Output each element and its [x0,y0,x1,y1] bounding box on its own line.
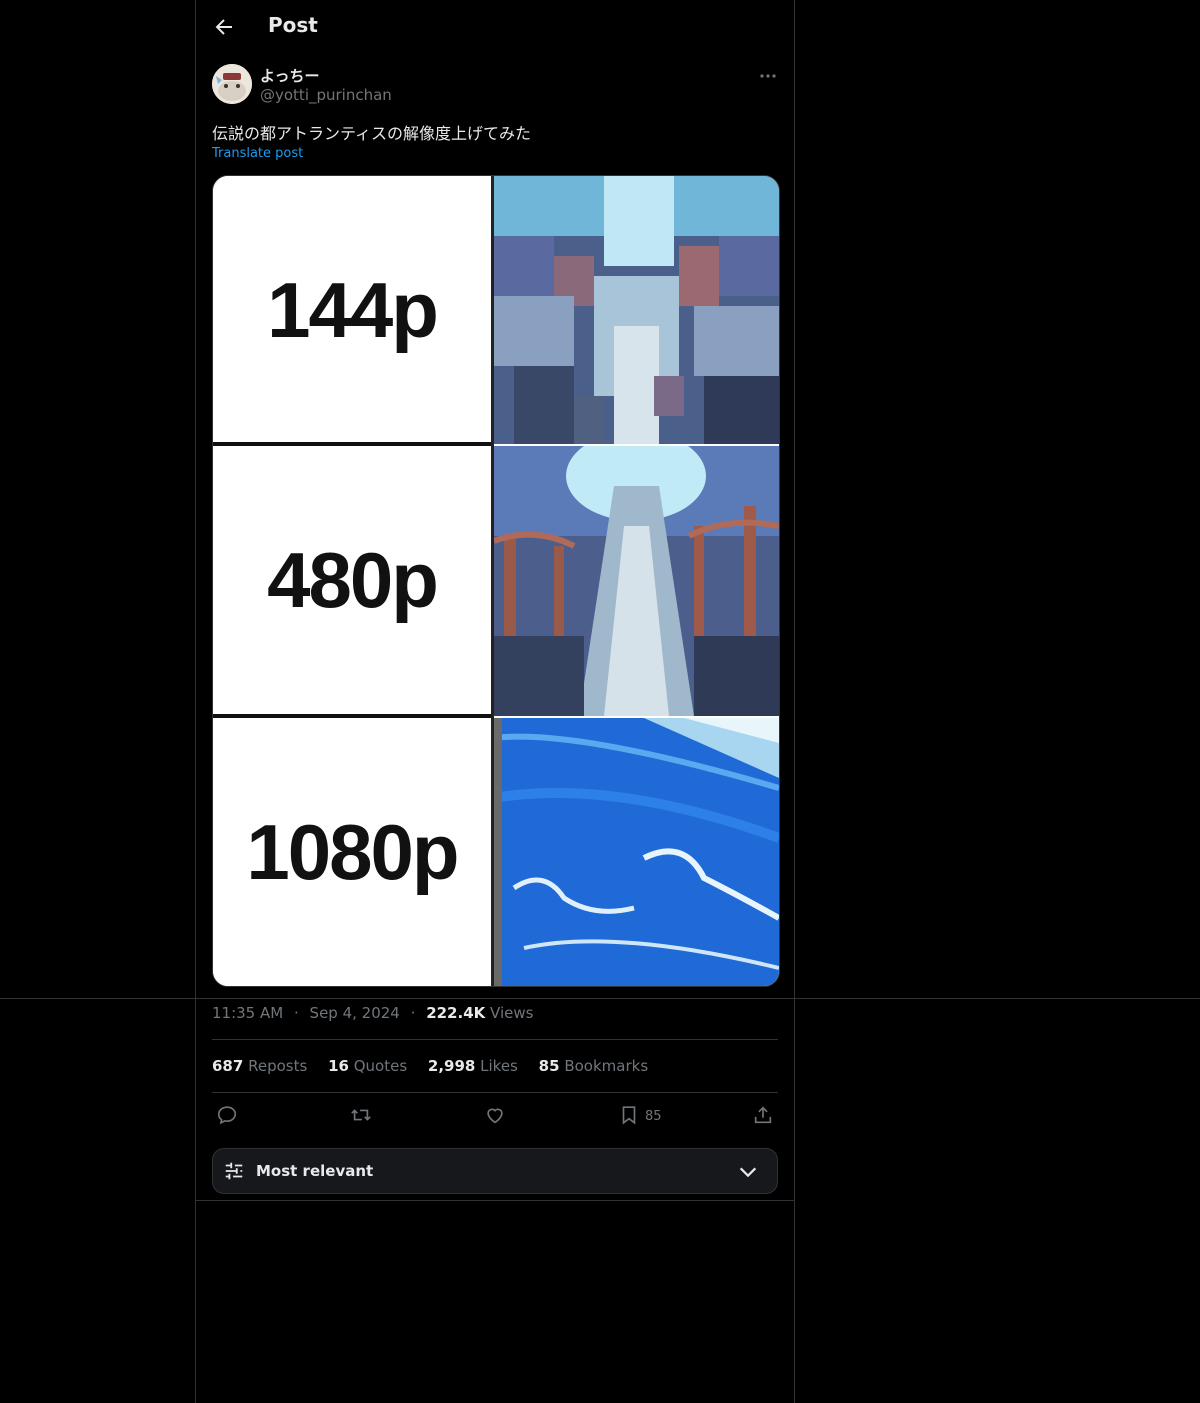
chevron-down-icon [739,1167,757,1178]
reply-icon [217,1106,237,1125]
meta-separator: · [293,1004,299,1022]
like-icon [487,1108,503,1124]
display-name[interactable]: よっちー [260,65,320,86]
media-label-cell: 1080p [213,718,491,986]
divider [212,1092,778,1093]
media-label-480p: 480p [267,535,439,624]
divider [212,1039,778,1040]
user-handle[interactable]: @yotti_purinchan [260,86,392,104]
filter-icon [225,1162,243,1180]
repost-icon [351,1109,371,1121]
blurry-atlantis-image [494,446,779,716]
likes-stat[interactable]: 2,998 Likes [428,1057,518,1075]
reposts-stat[interactable]: 687 Reposts [212,1057,307,1075]
views-label: Views [490,1004,534,1022]
main-column: Post よっちー @yotti_purinchan 伝説の都アトランティスの解… [195,0,795,1403]
post-date[interactable]: Sep 4, 2024 [310,1004,400,1022]
bookmark-button[interactable] [618,1104,640,1128]
engagement-stats: 687 Reposts 16 Quotes 2,998 Likes 85 Boo… [212,1057,664,1075]
page-title: Post [268,13,318,37]
avatar[interactable] [212,64,252,104]
more-icon [760,74,776,78]
post-media[interactable]: 144p 480p 1080p [212,175,780,987]
bookmark-count: 85 [645,1109,662,1124]
post-meta: 11:35 AM · Sep 4, 2024 · 222.4K Views [212,1004,533,1022]
ocean-image [494,718,779,986]
media-label-1080p: 1080p [246,807,459,896]
more-button[interactable] [756,64,780,88]
back-arrow-icon [215,19,232,35]
like-button[interactable] [484,1104,506,1128]
sort-label: Most relevant [256,1162,374,1180]
pixelated-atlantis-image [494,176,779,444]
divider [196,1200,794,1201]
reply-button[interactable] [216,1104,238,1128]
back-button[interactable] [212,15,236,39]
bookmarks-stat[interactable]: 85 Bookmarks [539,1057,648,1075]
share-button[interactable] [752,1104,774,1128]
media-label-cell: 144p [213,176,491,444]
bookmark-icon [622,1106,636,1125]
reply-sort-dropdown[interactable]: Most relevant [212,1148,778,1194]
media-label-144p: 144p [267,265,439,354]
translate-post-link[interactable]: Translate post [212,146,303,161]
media-label-cell: 480p [213,446,491,714]
post-time[interactable]: 11:35 AM [212,1004,283,1022]
quotes-stat[interactable]: 16 Quotes [328,1057,407,1075]
share-icon [754,1106,772,1124]
meta-separator: · [410,1004,416,1022]
views-count: 222.4K [426,1004,486,1022]
full-width-divider [0,998,1200,999]
page-header: Post [196,0,794,54]
post-text: 伝説の都アトランティスの解像度上げてみた [212,124,532,143]
repost-button[interactable] [350,1104,372,1128]
